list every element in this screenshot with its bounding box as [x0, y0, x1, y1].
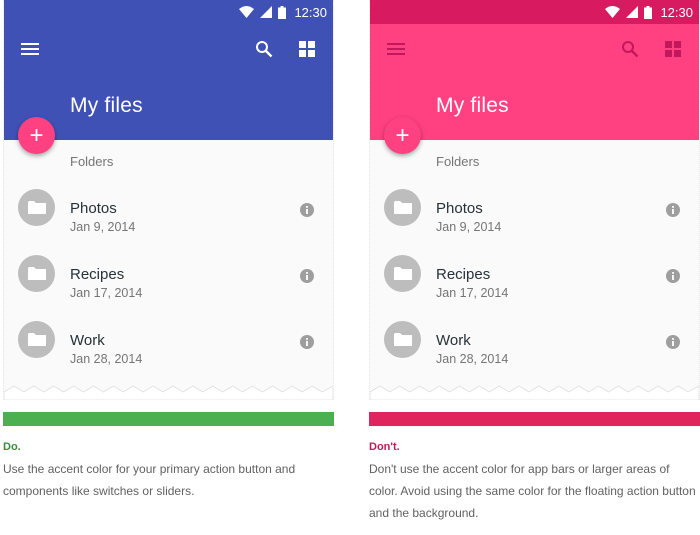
page-title: My files	[436, 94, 509, 117]
search-icon[interactable]	[254, 39, 274, 59]
folder-icon	[384, 255, 421, 292]
info-icon[interactable]	[666, 269, 680, 283]
folders-subheader: Folders	[70, 154, 114, 169]
item-date: Jan 17, 2014	[436, 286, 509, 300]
item-date: Jan 9, 2014	[436, 220, 502, 234]
info-icon[interactable]	[666, 203, 680, 217]
dont-example-panel: 12:30 My files + Folders Photos Jan 9, 2…	[369, 0, 700, 535]
info-icon[interactable]	[300, 269, 314, 283]
do-label: Do.	[3, 441, 21, 453]
battery-icon	[644, 5, 653, 19]
item-name: Photos	[70, 200, 117, 217]
item-name: Work	[70, 332, 105, 349]
add-icon: +	[395, 121, 410, 149]
grid-view-icon[interactable]	[663, 39, 683, 59]
list-item[interactable]: Recipes Jan 17, 2014	[4, 252, 333, 318]
folder-icon	[18, 189, 55, 226]
status-time: 12:30	[660, 4, 693, 20]
item-name: Recipes	[70, 266, 125, 283]
info-icon[interactable]	[300, 335, 314, 349]
phone-screen: 12:30 My files + Folders Photos Jan 9, 2…	[3, 0, 334, 400]
dont-description: Don't use the accent color for app bars …	[369, 462, 696, 520]
folders-subheader: Folders	[436, 154, 480, 169]
add-fab-button[interactable]: +	[18, 117, 55, 154]
item-name: Recipes	[436, 266, 491, 283]
status-icons: 12:30	[605, 0, 693, 24]
battery-icon	[278, 5, 287, 19]
folder-list: Photos Jan 9, 2014 Recipes Jan 17, 2014 …	[370, 186, 699, 384]
app-bar: My files	[370, 24, 699, 140]
folder-icon	[18, 321, 55, 358]
item-date: Jan 28, 2014	[436, 352, 509, 366]
do-description: Use the accent color for your primary ac…	[3, 462, 296, 498]
page-title: My files	[70, 94, 143, 117]
phone-screen: 12:30 My files + Folders Photos Jan 9, 2…	[369, 0, 700, 400]
menu-icon[interactable]	[386, 39, 406, 59]
folder-icon	[384, 189, 421, 226]
list-item[interactable]: Work Jan 28, 2014	[370, 318, 699, 384]
status-icons: 12:30	[239, 0, 327, 24]
status-bar: 12:30	[4, 0, 333, 24]
info-icon[interactable]	[300, 203, 314, 217]
list-item[interactable]: Work Jan 28, 2014	[4, 318, 333, 384]
torn-edge	[370, 385, 699, 400]
wifi-icon	[239, 6, 255, 18]
menu-icon[interactable]	[20, 39, 40, 59]
list-item[interactable]: Photos Jan 9, 2014	[4, 186, 333, 252]
add-fab-button[interactable]: +	[384, 117, 421, 154]
item-name: Work	[436, 332, 471, 349]
status-time: 12:30	[294, 4, 327, 20]
torn-edge	[4, 385, 333, 400]
list-item[interactable]: Photos Jan 9, 2014	[370, 186, 699, 252]
item-date: Jan 9, 2014	[70, 220, 136, 234]
folder-list: Photos Jan 9, 2014 Recipes Jan 17, 2014 …	[4, 186, 333, 384]
folder-icon	[384, 321, 421, 358]
item-date: Jan 28, 2014	[70, 352, 143, 366]
search-icon[interactable]	[620, 39, 640, 59]
do-example-panel: 12:30 My files + Folders Photos Jan 9, 2…	[3, 0, 334, 535]
do-indicator-bar	[3, 412, 334, 426]
dont-indicator-bar	[369, 412, 700, 426]
item-name: Photos	[436, 200, 483, 217]
folder-icon	[18, 255, 55, 292]
grid-view-icon[interactable]	[297, 39, 317, 59]
status-bar: 12:30	[370, 0, 699, 24]
signal-icon	[260, 6, 273, 18]
item-date: Jan 17, 2014	[70, 286, 143, 300]
app-bar: My files	[4, 24, 333, 140]
wifi-icon	[605, 6, 621, 18]
dont-label: Don't.	[369, 441, 400, 453]
signal-icon	[626, 6, 639, 18]
add-icon: +	[29, 121, 44, 149]
list-item[interactable]: Recipes Jan 17, 2014	[370, 252, 699, 318]
info-icon[interactable]	[666, 335, 680, 349]
